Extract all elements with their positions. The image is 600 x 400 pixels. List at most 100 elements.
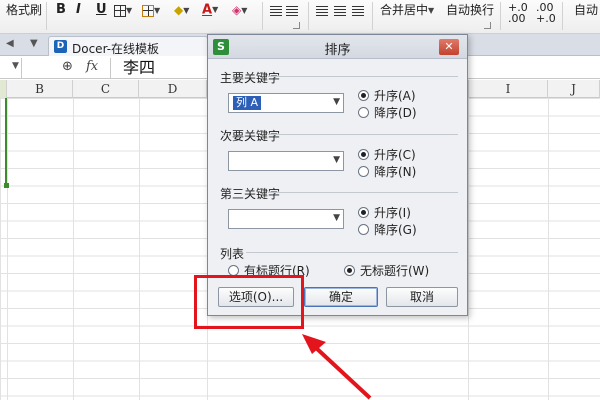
fill-handle[interactable] — [4, 183, 9, 188]
tertiary-key-select[interactable]: ▼ — [228, 209, 344, 229]
ribbon-separator — [500, 2, 501, 30]
radio-checked-icon — [358, 149, 369, 160]
group-divider — [268, 76, 458, 77]
sort-dialog: 排序 S ✕ 主要关键字 列 A ▼ 升序(A) 降序(D) 次要关键字 ▼ 升… — [207, 34, 468, 316]
tertiary-desc-label: 降序(G) — [374, 223, 417, 237]
table-style-icon — [142, 4, 154, 17]
increase-decimal-button[interactable]: +.0 .00 — [508, 2, 528, 24]
wrap-text-button[interactable]: 自动换行 — [446, 2, 494, 18]
chevron-down-icon: ▼ — [428, 5, 435, 15]
decrease-decimal-button[interactable]: .00 +.0 — [536, 2, 556, 24]
secondary-key-select[interactable]: ▼ — [228, 151, 344, 171]
secondary-asc-radio[interactable]: 升序(C) — [358, 146, 416, 162]
tertiary-key-label: 第三关键字 — [220, 187, 281, 201]
tab-scroll-left-icon[interactable]: ◀ — [6, 38, 14, 49]
font-color-button[interactable]: A▼ — [202, 2, 218, 18]
primary-desc-radio[interactable]: 降序(D) — [358, 104, 417, 120]
cancel-button[interactable]: 取消 — [386, 287, 458, 307]
wps-sheet-icon: S — [213, 39, 229, 55]
align-right-button[interactable] — [352, 2, 364, 18]
cell-style-button[interactable]: ▼ — [142, 2, 160, 18]
tab-label: Docer-在线模板 — [72, 42, 160, 56]
merge-center-label: 合并居中 — [380, 3, 429, 17]
fill-color-button[interactable]: ◆▼ — [174, 2, 189, 18]
primary-asc-radio[interactable]: 升序(A) — [358, 87, 416, 103]
chevron-down-icon: ▼ — [154, 5, 161, 15]
formula-input[interactable]: 李四 — [110, 58, 210, 78]
zoom-icon[interactable]: ⊕ — [62, 59, 73, 74]
underline-button[interactable]: U — [96, 2, 107, 18]
borders-button[interactable]: ▼ — [114, 2, 132, 18]
no-header-radio[interactable]: 无标题行(W) — [344, 262, 429, 278]
ok-button[interactable]: 确定 — [304, 287, 378, 307]
tertiary-desc-radio[interactable]: 降序(G) — [358, 221, 417, 237]
clear-format-button[interactable]: ◈▼ — [232, 2, 247, 18]
column-header-i[interactable]: I — [468, 80, 548, 98]
grid-line — [139, 98, 140, 400]
group-divider — [268, 192, 458, 193]
radio-checked-icon — [358, 207, 369, 218]
grid-line — [7, 98, 8, 400]
align-center-button[interactable] — [334, 2, 346, 18]
primary-key-value: 列 A — [233, 96, 262, 110]
primary-asc-label: 升序(A) — [374, 89, 416, 103]
close-button[interactable]: ✕ — [439, 39, 459, 55]
column-header-d[interactable]: D — [139, 80, 207, 98]
ribbon-toolbar: 格式刷 B I U ▼ ▼ ◆▼ A▼ ◈▼ 合并居中▼ 自动换行 +.0 .0… — [0, 0, 600, 34]
tertiary-asc-radio[interactable]: 升序(I) — [358, 204, 411, 220]
tertiary-asc-label: 升序(I) — [374, 206, 411, 220]
annotation-arrow-icon — [302, 334, 372, 400]
align-top-button[interactable] — [270, 2, 282, 18]
radio-unchecked-icon — [358, 107, 369, 118]
docer-icon: D — [54, 40, 67, 53]
align-left-icon — [316, 5, 328, 16]
insert-function-button[interactable]: fx — [86, 59, 98, 74]
chevron-down-icon: ▼ — [333, 97, 340, 107]
grid-line — [468, 98, 469, 400]
auto-button[interactable]: 自动 — [574, 2, 598, 18]
highlight-box — [194, 275, 304, 329]
align-left-button[interactable] — [316, 2, 328, 18]
font-group-launcher-icon[interactable] — [293, 22, 300, 29]
no-header-label: 无标题行(W) — [360, 264, 430, 278]
primary-key-select[interactable]: 列 A ▼ — [228, 93, 344, 113]
grid-line — [548, 98, 549, 400]
borders-icon — [114, 4, 126, 17]
chevron-down-icon: ▼ — [333, 213, 340, 223]
chevron-down-icon: ▼ — [126, 5, 133, 15]
group-divider — [246, 252, 458, 253]
merge-center-button[interactable]: 合并居中▼ — [380, 2, 434, 18]
align-center-icon — [334, 5, 346, 16]
tab-docer-templates[interactable]: D Docer-在线模板 — [48, 36, 208, 56]
column-header-j[interactable]: J — [548, 80, 600, 98]
name-box[interactable]: ▼ — [0, 58, 22, 78]
dialog-title-bar[interactable]: 排序 S ✕ — [208, 35, 467, 59]
bold-button[interactable]: B — [56, 2, 66, 18]
primary-key-label: 主要关键字 — [220, 71, 281, 85]
list-label: 列表 — [220, 247, 245, 261]
secondary-desc-radio[interactable]: 降序(N) — [358, 163, 416, 179]
paint-bucket-icon: ◆ — [174, 3, 184, 17]
dialog-title: 排序 — [324, 43, 351, 58]
chevron-down-icon: ▼ — [12, 61, 19, 71]
alignment-group-launcher-icon[interactable] — [484, 22, 491, 29]
primary-desc-label: 降序(D) — [374, 106, 417, 120]
ribbon-separator — [46, 2, 47, 30]
tab-list-icon[interactable]: ▼ — [30, 38, 38, 49]
align-middle-icon — [286, 5, 298, 16]
ribbon-separator — [308, 2, 309, 30]
radio-unchecked-icon — [358, 166, 369, 177]
format-painter-button[interactable]: 格式刷 — [6, 2, 42, 18]
secondary-asc-label: 升序(C) — [374, 148, 416, 162]
radio-checked-icon — [358, 90, 369, 101]
column-header-a[interactable] — [0, 80, 7, 98]
align-middle-button[interactable] — [286, 2, 298, 18]
grid-line — [73, 98, 74, 400]
font-color-icon: A — [202, 2, 213, 18]
italic-button[interactable]: I — [76, 2, 81, 18]
column-header-b[interactable]: B — [7, 80, 73, 98]
ribbon-separator — [262, 2, 263, 30]
eraser-icon: ◈ — [232, 3, 242, 17]
chevron-down-icon: ▼ — [241, 5, 248, 15]
column-header-c[interactable]: C — [73, 80, 139, 98]
